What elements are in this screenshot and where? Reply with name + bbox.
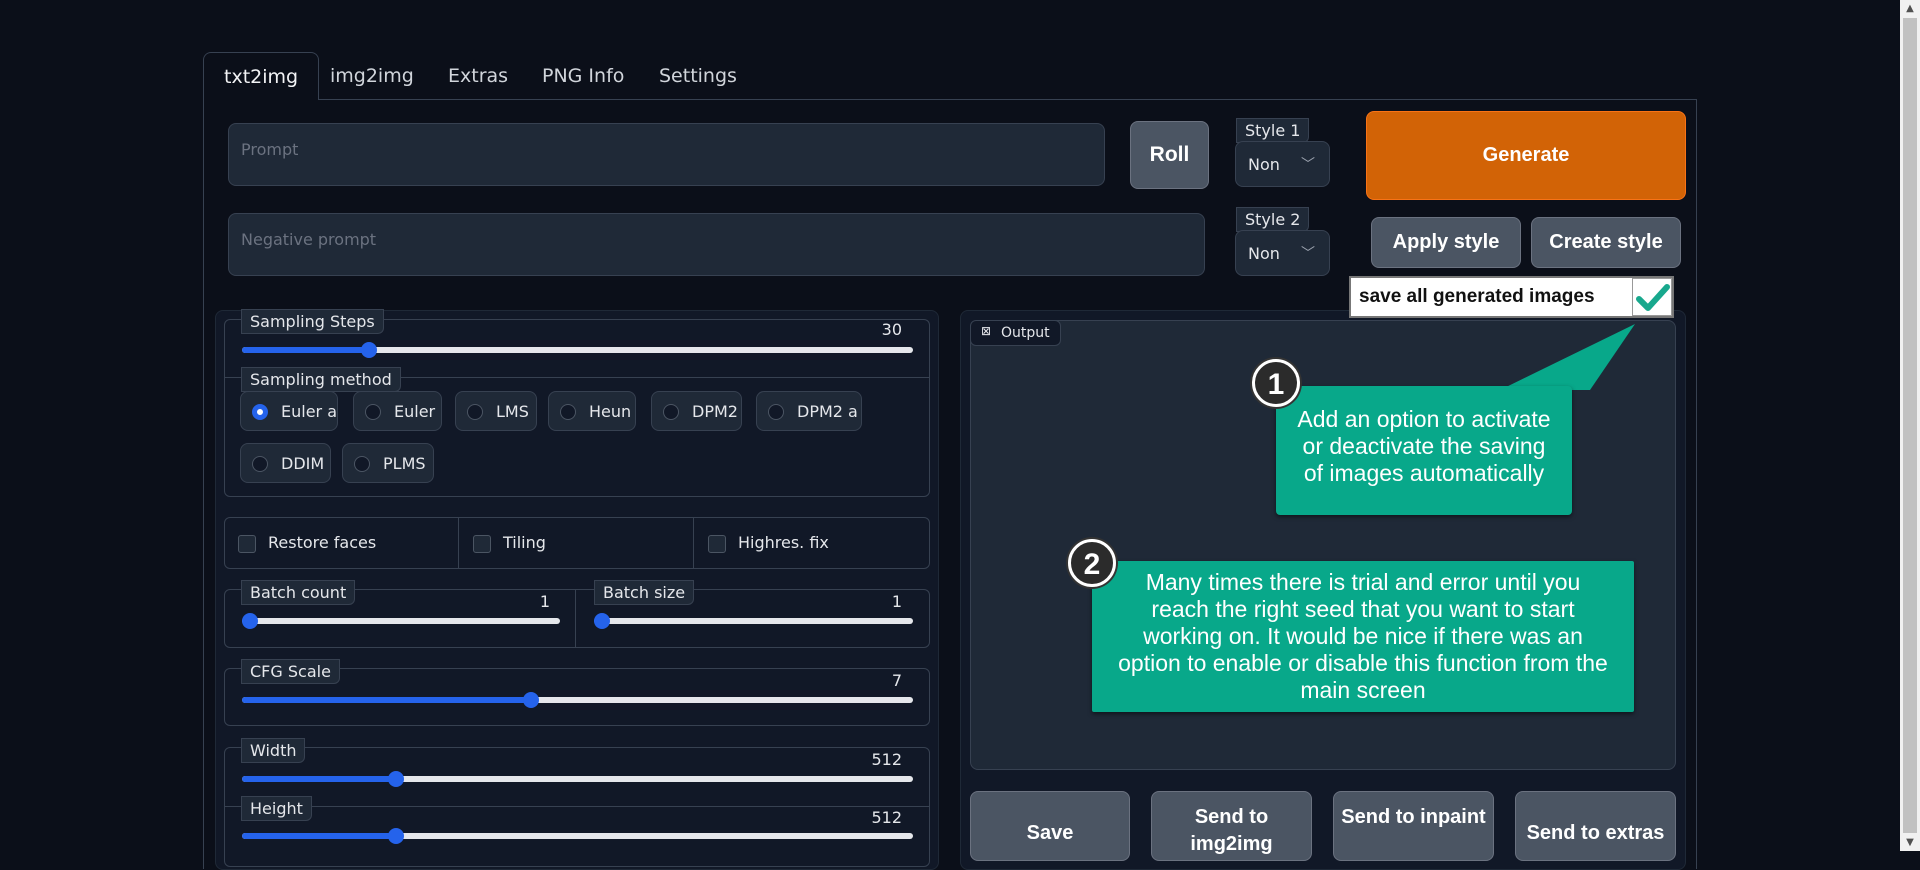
cfg-scale-value: 7 <box>891 671 902 690</box>
output-label: ⊠ Output <box>970 320 1061 346</box>
apply-style-button[interactable]: Apply style <box>1371 217 1521 268</box>
checkbox-box <box>238 535 256 553</box>
save-all-checkbox[interactable] <box>1632 278 1672 316</box>
negative-prompt-input[interactable]: Negative prompt <box>228 213 1205 276</box>
scroll-up-arrow-icon[interactable]: ▲ <box>1900 0 1920 17</box>
radio-label: Euler <box>394 402 436 421</box>
radio-dot <box>365 404 381 420</box>
radio-label: Heun <box>589 402 632 421</box>
slider-fill <box>242 833 397 839</box>
annotation-1-callout: Add an option to activate or deactivate … <box>1276 386 1572 515</box>
checkbox-label: Restore faces <box>268 533 377 552</box>
divider <box>224 806 930 807</box>
radio-dpm2-a[interactable]: DPM2 a <box>756 391 862 431</box>
height-slider[interactable] <box>242 828 913 844</box>
highres-fix-checkbox[interactable]: Highres. fix <box>694 517 930 569</box>
batch-size-slider[interactable] <box>594 613 913 629</box>
sampling-steps-value: 30 <box>881 320 902 339</box>
tab-extras[interactable]: Extras <box>428 52 528 100</box>
chevron-down-icon: ﹀ <box>1301 246 1315 262</box>
tab-txt2img[interactable]: txt2img <box>203 52 320 100</box>
style2-label: Style 2 <box>1236 207 1310 232</box>
dimensions-group <box>224 747 930 867</box>
height-value: 512 <box>871 808 902 827</box>
annotation-2-callout: Many times there is trial and error unti… <box>1092 561 1634 712</box>
style1-label: Style 1 <box>1236 118 1310 143</box>
radio-dot <box>354 456 370 472</box>
radio-dot <box>252 404 268 420</box>
radio-dot <box>560 404 576 420</box>
divider <box>575 589 576 648</box>
batch-count-label: Batch count <box>241 580 356 605</box>
checkmark-icon <box>1636 284 1670 311</box>
radio-label: DPM2 <box>692 402 738 421</box>
radio-ddim[interactable]: DDIM <box>240 443 331 483</box>
width-label: Width <box>241 738 306 763</box>
radio-label: LMS <box>496 402 529 421</box>
cfg-scale-label: CFG Scale <box>241 659 340 684</box>
batch-size-value: 1 <box>891 592 902 611</box>
slider-thumb[interactable] <box>242 613 258 629</box>
checkbox-label: Tiling <box>503 533 546 552</box>
tab-settings[interactable]: Settings <box>639 52 757 100</box>
output-label-text: Output <box>1001 325 1050 341</box>
sampling-method-label: Sampling method <box>241 367 401 392</box>
generate-button[interactable]: Generate <box>1366 111 1686 200</box>
restore-faces-checkbox[interactable]: Restore faces <box>224 517 459 569</box>
radio-heun[interactable]: Heun <box>548 391 636 431</box>
slider-thumb[interactable] <box>522 692 539 708</box>
radio-dpm2[interactable]: DPM2 <box>651 391 742 431</box>
checkbox-box <box>708 535 726 553</box>
radio-label: DDIM <box>281 454 325 473</box>
style1-select[interactable]: Non ﹀ <box>1235 141 1330 187</box>
height-label: Height <box>241 796 312 821</box>
tab-png-info[interactable]: PNG Info <box>522 52 644 100</box>
radio-label: DPM2 a <box>797 402 858 421</box>
annotation-1-number: 1 <box>1252 359 1300 407</box>
cfg-scale-slider[interactable] <box>242 692 913 708</box>
image-icon: ⊠ <box>981 324 992 338</box>
radio-euler[interactable]: Euler <box>353 391 442 431</box>
tab-img2img[interactable]: img2img <box>310 52 434 100</box>
checkbox-label: Highres. fix <box>738 533 829 552</box>
radio-lms[interactable]: LMS <box>455 391 537 431</box>
radio-dot <box>252 456 268 472</box>
slider-fill <box>242 697 531 703</box>
prompt-input[interactable]: Prompt <box>228 123 1105 186</box>
slider-fill <box>242 347 370 353</box>
scroll-down-arrow-icon[interactable]: ▼ <box>1900 834 1920 851</box>
batch-count-slider[interactable] <box>242 613 560 629</box>
style1-value: Non <box>1248 155 1280 174</box>
sampling-steps-slider[interactable] <box>242 342 913 358</box>
width-value: 512 <box>871 750 902 769</box>
create-style-button[interactable]: Create style <box>1531 217 1681 268</box>
callout-pointer-icon <box>1500 324 1635 390</box>
radio-euler-a[interactable]: Euler a <box>240 391 338 431</box>
slider-fill <box>242 776 397 782</box>
roll-button[interactable]: Roll <box>1130 121 1209 189</box>
style2-value: Non <box>1248 244 1280 263</box>
slider-thumb[interactable] <box>594 613 610 629</box>
chevron-down-icon: ﹀ <box>1301 157 1315 173</box>
radio-label: PLMS <box>383 454 426 473</box>
tiling-checkbox[interactable]: Tiling <box>459 517 694 569</box>
radio-label: Euler a <box>281 402 338 421</box>
save-toggle-label: save all generated images <box>1359 286 1595 307</box>
batch-count-value: 1 <box>539 592 550 611</box>
radio-plms[interactable]: PLMS <box>342 443 434 483</box>
radio-dot <box>768 404 784 420</box>
radio-dot <box>467 404 483 420</box>
scrollbar-thumb[interactable] <box>1903 18 1917 833</box>
save-all-images-toggle[interactable]: save all generated images <box>1349 276 1674 318</box>
annotation-2-number: 2 <box>1068 539 1116 587</box>
batch-size-label: Batch size <box>594 580 695 605</box>
checkbox-box <box>473 535 491 553</box>
sampling-steps-label: Sampling Steps <box>241 309 384 334</box>
width-slider[interactable] <box>242 771 913 787</box>
style2-select[interactable]: Non ﹀ <box>1235 230 1330 276</box>
radio-dot <box>663 404 679 420</box>
